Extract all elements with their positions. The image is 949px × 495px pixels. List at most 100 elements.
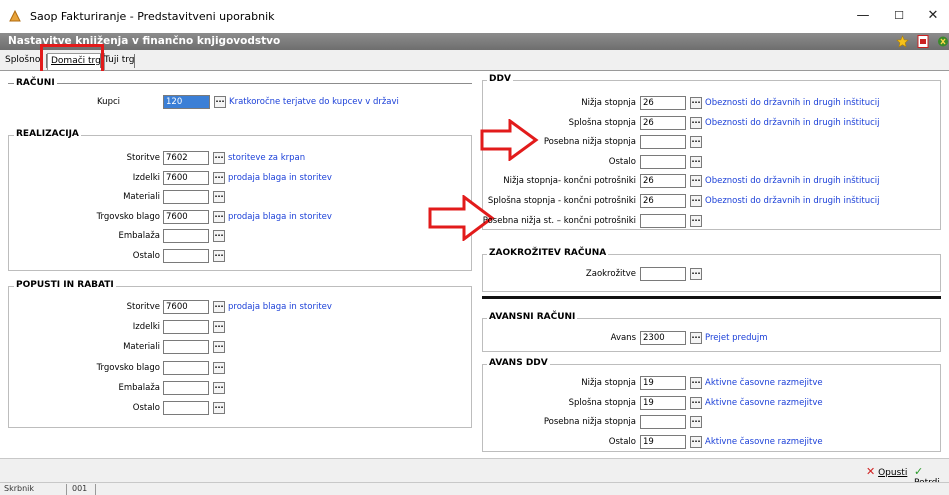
popusti-label: Ostalo <box>132 403 160 413</box>
ddv-input[interactable] <box>640 154 686 169</box>
popusti-label: Embalaža <box>118 382 161 393</box>
close-button[interactable]: ✕ <box>922 6 944 26</box>
window-title: Saop Fakturiranje - Predstavitveni upora… <box>30 10 275 23</box>
ddv-label: Posebna nižja stopnja <box>543 137 636 148</box>
popusti-input[interactable] <box>163 401 209 415</box>
popusti-lookup-button[interactable]: ... <box>213 361 225 374</box>
realizacija-input[interactable] <box>163 229 209 244</box>
ddv-lookup-button[interactable]: ... <box>690 97 702 109</box>
ddv-input[interactable] <box>640 135 686 150</box>
kupci-input[interactable]: 120 <box>163 95 210 109</box>
avans-ddv-label: Nižja stopnja <box>581 378 636 388</box>
status-bar: Skrbnik 001 <box>0 482 949 495</box>
avans-ddv-title: AVANS DDV <box>487 358 550 368</box>
avans-ddv-label: Ostalo <box>608 437 636 448</box>
section-divider <box>482 296 941 299</box>
realizacija-desc: prodaja blaga in storitev <box>228 211 332 222</box>
realizacija-desc: storiteve za krpan <box>228 153 306 163</box>
zaokrozitve-input[interactable] <box>640 267 686 281</box>
popusti-lookup-button[interactable]: ... <box>213 301 225 313</box>
cancel-x-icon: ✕ <box>866 465 876 478</box>
ddv-lookup-button[interactable]: ... <box>690 175 702 188</box>
pdf-icon[interactable] <box>917 35 929 48</box>
popusti-label: Storitve <box>126 302 160 312</box>
ddv-desc: Obeznosti do državnih in drugih inštituc… <box>705 117 880 128</box>
ddv-desc: Obeznosti do državnih in drugih inštituc… <box>705 196 880 206</box>
tab-splosno[interactable]: Splošno <box>2 53 43 70</box>
realizacija-lookup-button[interactable]: ... <box>213 250 225 262</box>
popusti-input[interactable] <box>163 380 209 395</box>
popusti-input[interactable] <box>163 320 209 335</box>
avans-ddv-lookup-button[interactable]: ... <box>690 377 702 389</box>
tab-tuji-trg[interactable]: Tuji trg <box>101 53 137 70</box>
ddv-label: Nižja stopnja <box>581 98 636 108</box>
popusti-input[interactable] <box>163 360 209 375</box>
main-panel: RAČUNI Kupci 120 ... Kratkoročne terjatv… <box>0 71 949 458</box>
popusti-lookup-button[interactable]: ... <box>213 402 225 414</box>
ddv-input[interactable] <box>640 213 686 228</box>
avans-input[interactable]: 2300 <box>640 331 686 345</box>
popusti-label: Materiali <box>123 342 160 353</box>
ddv-input[interactable]: 26 <box>640 194 686 208</box>
ddv-label: Splošna stopnja - končni potrošniki <box>487 196 636 206</box>
avans-ddv-lookup-button[interactable]: ... <box>690 436 702 449</box>
tab-strip: Splošno Domači trg Tuji trg <box>0 50 949 71</box>
realizacija-lookup-button[interactable]: ... <box>213 210 225 223</box>
ddv-input[interactable]: 26 <box>640 174 686 189</box>
popusti-lookup-button[interactable]: ... <box>213 321 225 334</box>
realizacija-lookup-button[interactable]: ... <box>213 171 225 184</box>
popusti-label: Trgovsko blago <box>96 362 160 373</box>
zaokrozitve-label: Zaokrožitve <box>585 269 636 279</box>
kupci-lookup-button[interactable]: ... <box>214 96 226 108</box>
ddv-lookup-button[interactable]: ... <box>690 136 702 149</box>
avans-ddv-input[interactable]: 19 <box>640 435 686 450</box>
realizacija-input[interactable]: 7602 <box>163 151 209 165</box>
realizacija-input[interactable]: 7600 <box>163 170 209 185</box>
popusti-lookup-button[interactable]: ... <box>213 341 225 354</box>
cancel-label: Opusti <box>878 468 908 478</box>
avans-ddv-input[interactable]: 19 <box>640 376 686 390</box>
cancel-button[interactable]: ✕ Opusti <box>866 465 907 478</box>
realizacija-label: Storitve <box>126 153 160 163</box>
tab-highlight-box <box>40 44 104 74</box>
popusti-lookup-button[interactable]: ... <box>213 381 225 394</box>
minimize-button[interactable]: — <box>852 6 874 26</box>
popusti-input[interactable]: 7600 <box>163 300 209 314</box>
realizacija-input[interactable] <box>163 249 209 263</box>
tab-separator <box>134 54 135 68</box>
ddv-desc: Obeznosti do državnih in drugih inštituc… <box>705 176 880 187</box>
avans-ddv-lookup-button[interactable]: ... <box>690 396 702 409</box>
avans-lookup-button[interactable]: ... <box>690 332 702 344</box>
ddv-lookup-button[interactable]: ... <box>690 155 702 168</box>
ddv-lookup-button[interactable]: ... <box>690 214 702 227</box>
ddv-input[interactable]: 26 <box>640 115 686 130</box>
avans-ddv-input[interactable] <box>640 415 686 430</box>
ddv-lookup-button[interactable]: ... <box>690 195 702 207</box>
avans-label: Avans <box>610 333 636 343</box>
ddv-input[interactable]: 26 <box>640 96 686 110</box>
status-separator <box>66 484 67 495</box>
avans-ddv-input[interactable]: 19 <box>640 395 686 410</box>
zaokrozitev-title: ZAOKROŽITEV RAČUNA <box>487 248 609 258</box>
ddv-label: Ostalo <box>608 156 636 167</box>
app-icon <box>9 9 21 22</box>
popusti-input[interactable] <box>163 340 209 355</box>
exit-icon[interactable] <box>937 35 949 48</box>
realizacija-lookup-button[interactable]: ... <box>213 191 225 204</box>
ddv-desc: Obeznosti do državnih in drugih inštituc… <box>705 98 880 108</box>
avans-ddv-lookup-button[interactable]: ... <box>690 416 702 429</box>
favorite-star-icon[interactable] <box>896 35 909 48</box>
racuni-title: RAČUNI <box>14 78 57 88</box>
realizacija-input[interactable] <box>163 190 209 205</box>
zaokrozitve-lookup-button[interactable]: ... <box>690 268 702 280</box>
realizacija-input[interactable]: 7600 <box>163 209 209 224</box>
popusti-title: POPUSTI IN RABATI <box>14 280 116 290</box>
kupci-desc: Kratkoročne terjatve do kupcev v državi <box>229 97 399 107</box>
maximize-button[interactable]: ☐ <box>888 6 910 26</box>
realizacija-lookup-button[interactable]: ... <box>213 230 225 243</box>
avans-desc: Prejet predujm <box>705 333 768 343</box>
ddv-lookup-button[interactable]: ... <box>690 116 702 129</box>
realizacija-title: REALIZACIJA <box>14 129 81 139</box>
realizacija-lookup-button[interactable]: ... <box>213 152 225 164</box>
realizacija-label: Izdelki <box>132 172 160 183</box>
